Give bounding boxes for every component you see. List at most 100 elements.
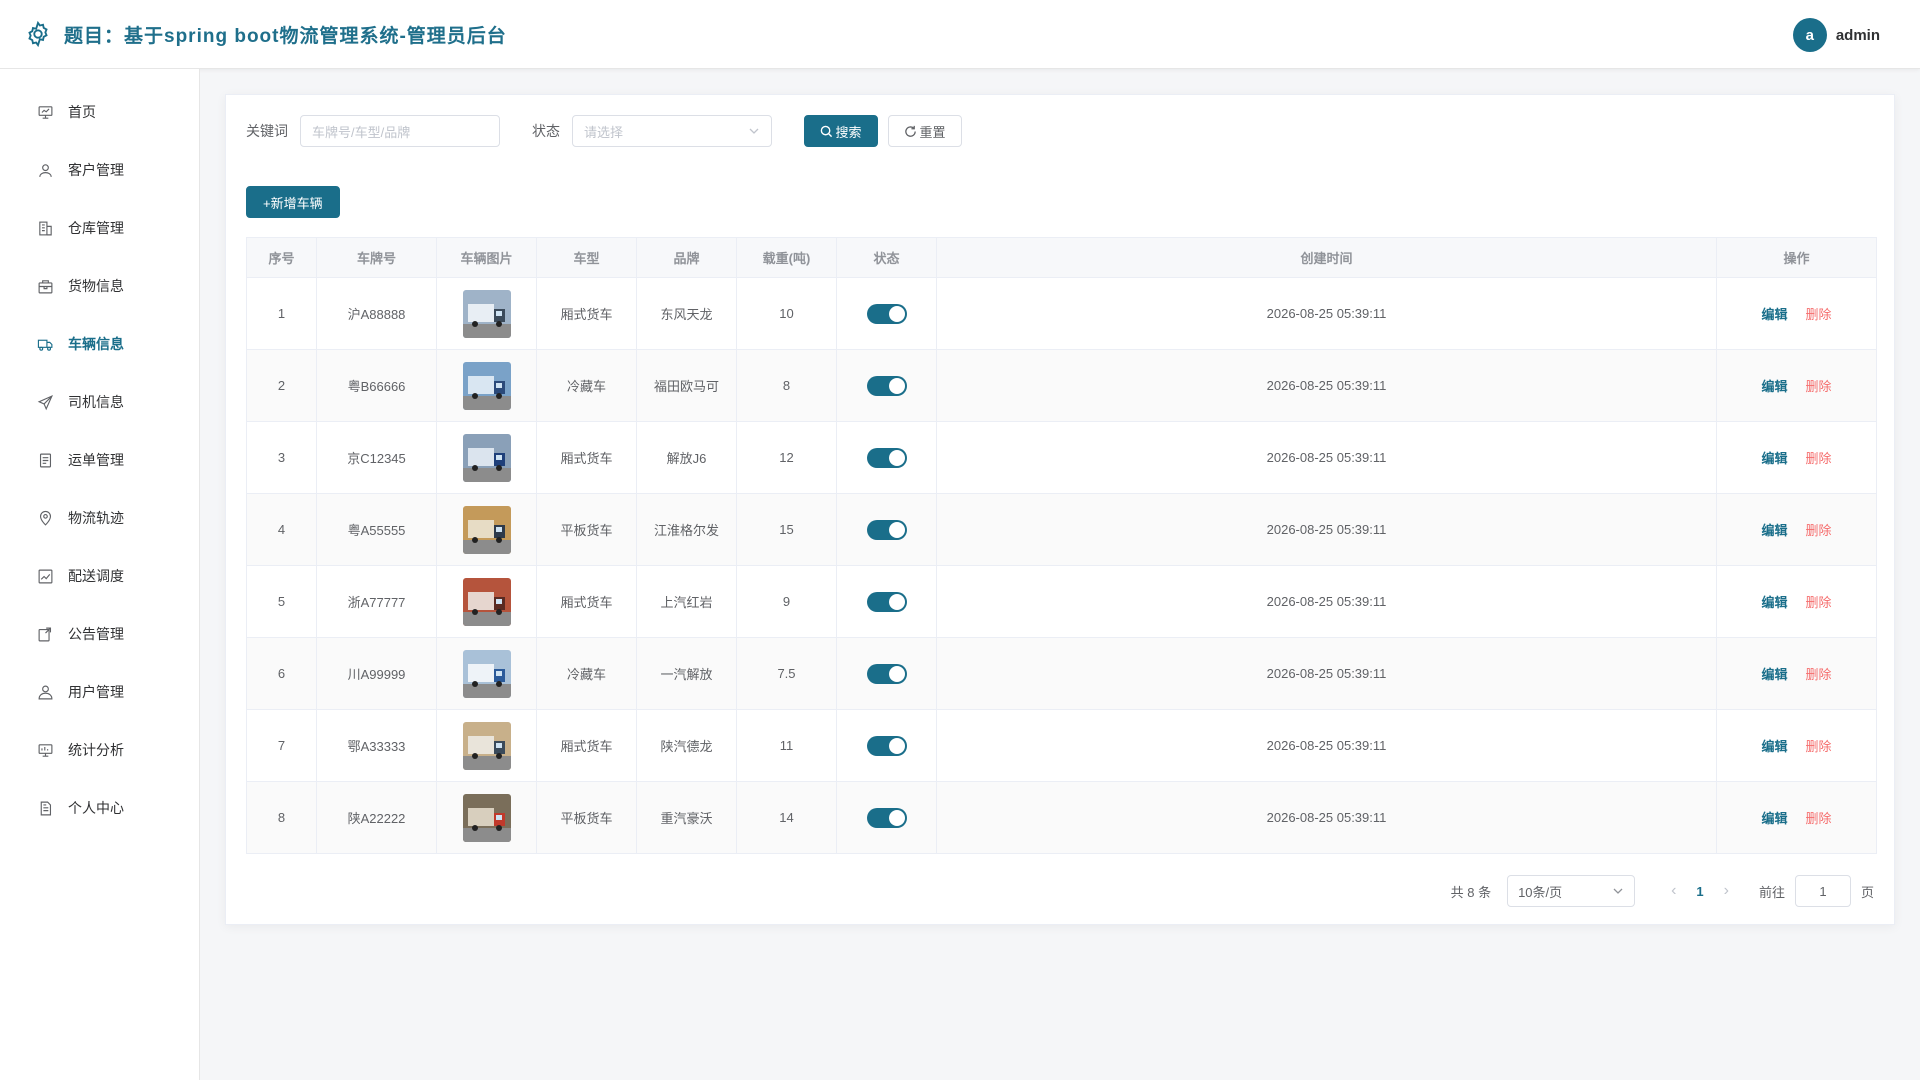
goto-page-input[interactable]: 1 xyxy=(1794,875,1851,907)
status-toggle[interactable] xyxy=(866,807,907,828)
table-row: 3 京C12345 厢式货车 解放J6 12 2026-08-25 05:39:11 编辑 删… xyxy=(246,421,1877,494)
cell-load: 14 xyxy=(736,781,837,854)
edit-button[interactable]: 编辑 xyxy=(1761,523,1787,538)
building-icon xyxy=(36,219,54,237)
page-size-select[interactable]: 10条/页 xyxy=(1507,875,1636,907)
vehicle-thumbnail[interactable] xyxy=(462,433,511,482)
sidebar-item-10[interactable]: 用户管理 xyxy=(0,663,199,721)
vehicle-thumbnail[interactable] xyxy=(462,721,511,770)
username[interactable]: admin xyxy=(1836,27,1880,44)
avatar[interactable]: a xyxy=(1792,18,1827,52)
cell-brand: 上汽红岩 xyxy=(636,565,737,638)
keyword-input[interactable]: 车牌号/车型/品牌 xyxy=(300,115,500,147)
cell-image xyxy=(436,349,537,422)
status-label: 状态 xyxy=(532,123,560,139)
search-button[interactable]: 搜索 xyxy=(804,115,878,147)
vehicle-thumbnail[interactable] xyxy=(462,505,511,554)
chart-icon xyxy=(36,567,54,585)
sidebar-item-1[interactable]: 客户管理 xyxy=(0,141,199,199)
vehicle-thumbnail[interactable] xyxy=(462,793,511,842)
cell-load: 11 xyxy=(736,709,837,782)
sidebar-item-0[interactable]: 首页 xyxy=(0,83,199,141)
cell-plate: 川A99999 xyxy=(316,637,437,710)
cell-status xyxy=(836,709,937,782)
cell-created: 2026-08-25 05:39:11 xyxy=(936,421,1717,494)
edit-button[interactable]: 编辑 xyxy=(1761,451,1787,466)
edit-button[interactable]: 编辑 xyxy=(1761,811,1787,826)
sidebar-item-7[interactable]: 物流轨迹 xyxy=(0,489,199,547)
cell-plate: 浙A77777 xyxy=(316,565,437,638)
cell-status xyxy=(836,565,937,638)
cell-image xyxy=(436,493,537,566)
cell-actions: 编辑 删除 xyxy=(1716,277,1877,350)
sidebar-item-4[interactable]: 车辆信息 xyxy=(0,315,199,373)
edit-button[interactable]: 编辑 xyxy=(1761,307,1787,322)
status-select[interactable]: 请选择 xyxy=(572,115,772,147)
page-number[interactable]: 1 xyxy=(1696,884,1703,899)
cell-load: 12 xyxy=(736,421,837,494)
sidebar-item-2[interactable]: 仓库管理 xyxy=(0,199,199,257)
column-header: 车辆图片 xyxy=(436,237,537,278)
vehicle-thumbnail[interactable] xyxy=(462,361,511,410)
delete-button[interactable]: 删除 xyxy=(1806,451,1832,466)
vehicle-thumbnail[interactable] xyxy=(462,577,511,626)
search-label: 搜索 xyxy=(835,124,862,140)
status-toggle[interactable] xyxy=(866,375,907,396)
edit-button[interactable]: 编辑 xyxy=(1761,667,1787,682)
edit-button[interactable]: 编辑 xyxy=(1761,595,1787,610)
status-toggle[interactable] xyxy=(866,735,907,756)
sidebar-item-label: 统计分析 xyxy=(68,742,124,758)
delete-button[interactable]: 删除 xyxy=(1806,811,1832,826)
sidebar-item-9[interactable]: 公告管理 xyxy=(0,605,199,663)
edit-button[interactable]: 编辑 xyxy=(1761,379,1787,394)
prev-page-icon[interactable]: ‹ xyxy=(1671,882,1676,900)
cell-created: 2026-08-25 05:39:11 xyxy=(936,781,1717,854)
edit-button[interactable]: 编辑 xyxy=(1761,739,1787,754)
cell-type: 平板货车 xyxy=(536,493,637,566)
send-icon xyxy=(36,393,54,411)
goto-label: 前往 xyxy=(1758,884,1785,900)
sidebar-item-5[interactable]: 司机信息 xyxy=(0,373,199,431)
cell-actions: 编辑 删除 xyxy=(1716,781,1877,854)
cell-actions: 编辑 删除 xyxy=(1716,709,1877,782)
status-toggle[interactable] xyxy=(866,591,907,612)
sidebar-item-6[interactable]: 运单管理 xyxy=(0,431,199,489)
next-page-icon[interactable]: › xyxy=(1724,882,1729,900)
cell-created: 2026-08-25 05:39:11 xyxy=(936,565,1717,638)
delete-button[interactable]: 删除 xyxy=(1806,307,1832,322)
cell-type: 冷藏车 xyxy=(536,349,637,422)
home-icon xyxy=(36,103,54,121)
sidebar-item-11[interactable]: 统计分析 xyxy=(0,721,199,779)
sidebar-item-8[interactable]: 配送调度 xyxy=(0,547,199,605)
user-menu[interactable]: a admin xyxy=(1792,18,1880,52)
notice-icon xyxy=(36,625,54,643)
vehicle-table: 序号 车牌号 车辆图片 车型 品牌 载重(吨) 状态 创建时间 操作 1 沪A88888 厢式货车东… xyxy=(246,237,1877,854)
sidebar-item-label: 仓库管理 xyxy=(68,220,124,236)
delete-button[interactable]: 删除 xyxy=(1806,523,1832,538)
sidebar-item-3[interactable]: 货物信息 xyxy=(0,257,199,315)
vehicle-thumbnail[interactable] xyxy=(462,649,511,698)
cell-type: 厢式货车 xyxy=(536,709,637,782)
cell-plate: 沪A88888 xyxy=(316,277,437,350)
status-toggle[interactable] xyxy=(866,447,907,468)
cell-brand: 江淮格尔发 xyxy=(636,493,737,566)
cell-status xyxy=(836,637,937,710)
sidebar-item-label: 用户管理 xyxy=(68,684,124,700)
delete-button[interactable]: 删除 xyxy=(1806,667,1832,682)
keyword-label: 关键词 xyxy=(246,123,288,139)
reset-button[interactable]: 重置 xyxy=(888,115,962,147)
sidebar-item-label: 个人中心 xyxy=(68,800,124,816)
delete-button[interactable]: 删除 xyxy=(1806,379,1832,394)
delete-button[interactable]: 删除 xyxy=(1806,595,1832,610)
status-toggle[interactable] xyxy=(866,303,907,324)
top-header: 题目：基于spring boot物流管理系统-管理员后台 a admin xyxy=(0,0,1920,69)
status-toggle[interactable] xyxy=(866,663,907,684)
user-icon xyxy=(36,161,54,179)
vehicle-thumbnail[interactable] xyxy=(462,289,511,338)
table-row: 5 浙A77777 厢式货车 上汽红岩 9 2026-08-25 05:39:11 编辑 删除 xyxy=(246,565,1877,638)
status-toggle[interactable] xyxy=(866,519,907,540)
page-suffix: 页 xyxy=(1860,884,1874,900)
sidebar-item-12[interactable]: 个人中心 xyxy=(0,779,199,837)
delete-button[interactable]: 删除 xyxy=(1806,739,1832,754)
add-vehicle-button[interactable]: +新增车辆 xyxy=(246,186,340,218)
